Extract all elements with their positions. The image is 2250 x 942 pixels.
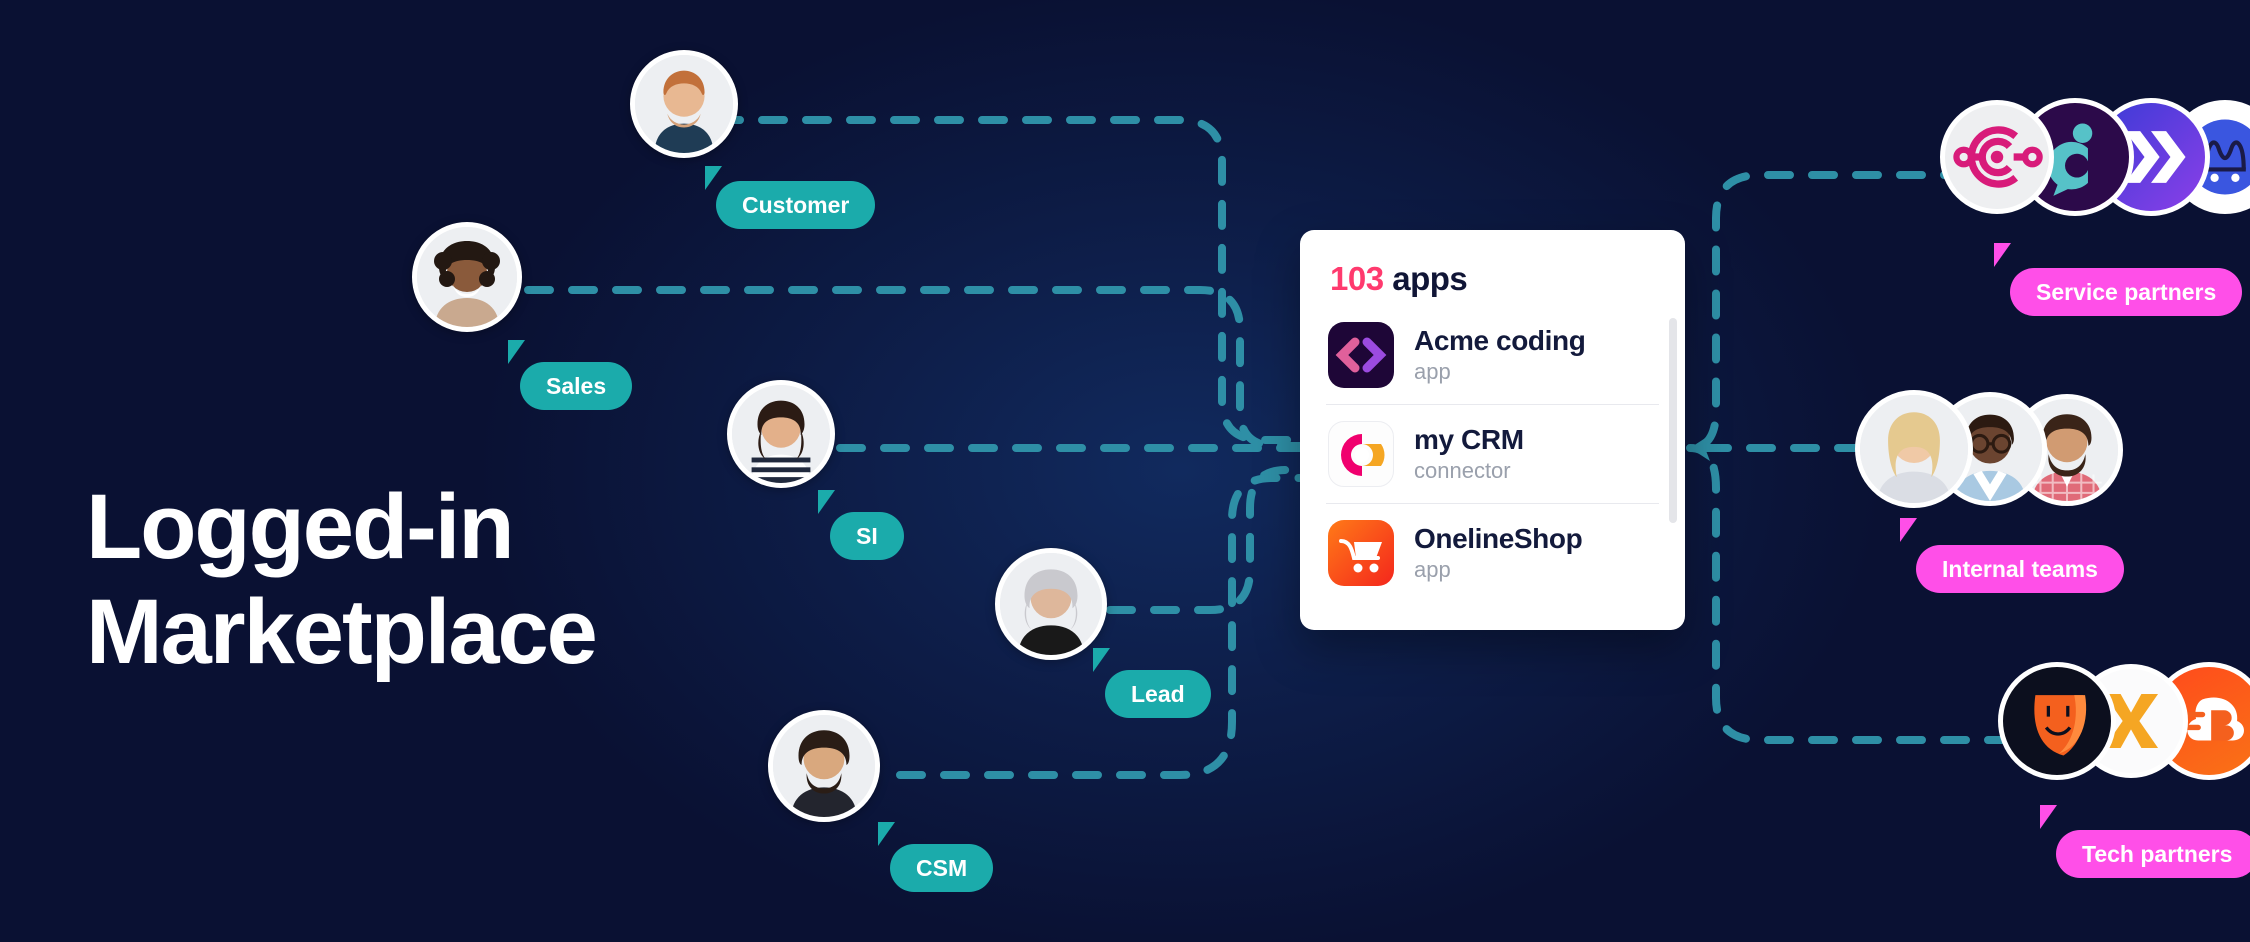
- cursor-service-partners: [1994, 243, 2020, 267]
- tech-partner-logos: [1998, 662, 2250, 784]
- pill-customer[interactable]: Customer: [716, 181, 876, 229]
- avatar-photo-lead: [1000, 553, 1102, 655]
- app-name: OnelineShop: [1414, 522, 1583, 554]
- service-partner-logo-1[interactable]: [1940, 100, 2054, 214]
- app-name: Acme coding: [1414, 324, 1586, 356]
- internal-team-avatar-1[interactable]: [1855, 390, 1973, 508]
- my-crm-icon: [1328, 421, 1394, 487]
- tech-partner-logo-1[interactable]: [1998, 662, 2116, 780]
- pill-sales[interactable]: Sales: [520, 362, 633, 410]
- cursor-si: [818, 490, 844, 514]
- apps-count-label: apps: [1392, 260, 1468, 297]
- acme-coding-icon: [1328, 322, 1394, 388]
- pill-service-partners[interactable]: Service partners: [2010, 268, 2243, 316]
- cursor-lead: [1093, 648, 1119, 672]
- list-item[interactable]: OnelineShop app: [1326, 503, 1659, 602]
- onelineshop-icon: [1328, 520, 1394, 586]
- cursor-internal-teams: [1900, 518, 1926, 542]
- app-kind: connector: [1414, 457, 1511, 483]
- avatar-si[interactable]: [727, 380, 835, 488]
- avatar-lead[interactable]: [995, 548, 1107, 660]
- cursor-tech-partners: [2040, 805, 2066, 829]
- marketplace-hero: Logged-in Marketplace Customer Sales SI …: [0, 0, 2250, 942]
- pill-si[interactable]: SI: [830, 512, 904, 560]
- cursor-sales: [508, 340, 534, 364]
- avatar-sales[interactable]: [412, 222, 522, 332]
- app-text: OnelineShop app: [1414, 522, 1583, 584]
- cursor-csm: [878, 822, 904, 846]
- app-name: my CRM: [1414, 423, 1524, 455]
- avatar-photo-customer: [635, 55, 733, 153]
- avatar-photo-sales: [417, 227, 517, 327]
- app-kind: app: [1414, 358, 1451, 384]
- apps-list: Acme coding app my CRM connector Oneline…: [1300, 318, 1685, 602]
- pill-tech-partners[interactable]: Tech partners: [2056, 830, 2250, 878]
- list-item[interactable]: Acme coding app: [1326, 318, 1659, 404]
- list-item[interactable]: my CRM connector: [1326, 404, 1659, 503]
- avatar-customer[interactable]: [630, 50, 738, 158]
- app-text: Acme coding app: [1414, 324, 1586, 386]
- app-text: my CRM connector: [1414, 424, 1524, 485]
- page-title: Logged-in Marketplace: [86, 476, 598, 683]
- apps-card[interactable]: 103 apps Acme coding app my CRM connecto…: [1300, 230, 1685, 630]
- pill-csm[interactable]: CSM: [890, 844, 994, 892]
- apps-list-scrollbar[interactable]: [1669, 318, 1677, 523]
- app-kind: app: [1414, 556, 1451, 582]
- pill-internal-teams[interactable]: Internal teams: [1916, 545, 2124, 593]
- avatar-photo-si: [732, 385, 830, 483]
- pill-lead[interactable]: Lead: [1105, 670, 1211, 718]
- internal-team-avatars: [1855, 390, 2135, 512]
- avatar-photo-csm: [773, 715, 875, 817]
- apps-card-heading: 103 apps: [1300, 230, 1685, 318]
- apps-count: 103: [1330, 260, 1384, 297]
- service-partner-logos: [1940, 98, 2250, 220]
- avatar-csm[interactable]: [768, 710, 880, 822]
